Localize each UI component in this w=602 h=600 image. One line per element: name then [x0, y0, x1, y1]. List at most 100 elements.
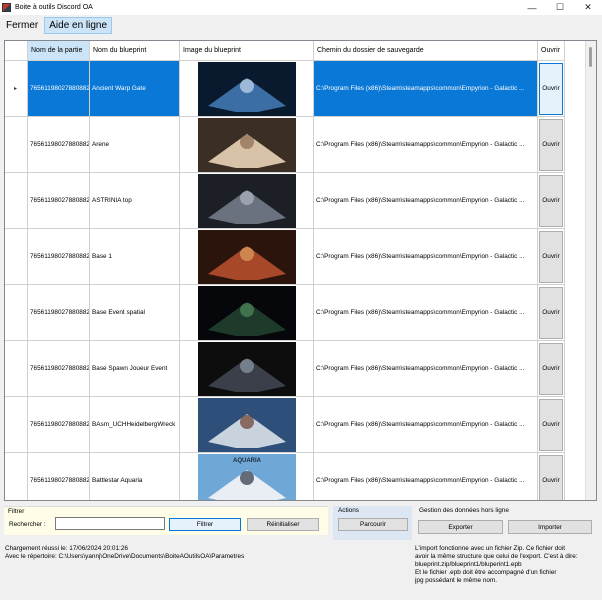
cell-open: Ouvrir [538, 229, 565, 285]
window-title: Boite à outils Discord OA [15, 4, 93, 11]
cell-partie[interactable]: 76561198027880882 [28, 61, 90, 117]
row-selector[interactable] [5, 341, 28, 397]
table-row[interactable]: 76561198027880882 Battlestar Aquaria AQUAR… [5, 453, 565, 500]
base1-thumbnail [197, 229, 296, 284]
actions-group-title: Actions [338, 507, 359, 514]
cell-blueprint-name[interactable]: Arene [90, 117, 180, 173]
cell-partie[interactable]: 76561198027880882 [28, 453, 90, 500]
base-event-spatial-thumbnail [197, 285, 296, 340]
row-selector[interactable] [5, 397, 28, 453]
base-spawn-thumbnail [197, 341, 296, 396]
open-folder-button[interactable]: Ouvrir [539, 398, 563, 451]
row-selector[interactable] [5, 453, 28, 500]
open-folder-button[interactable]: Ouvrir [539, 286, 563, 339]
actions-group: Actions Parcourir [333, 506, 412, 540]
cell-open: Ouvrir [538, 61, 565, 117]
filter-group-title: Filtrer [8, 508, 25, 515]
header-save-path[interactable]: Chemin du dossier de sauvegarde [314, 41, 538, 61]
cell-blueprint-name[interactable]: Battlestar Aquaria [90, 453, 180, 500]
cell-save-path[interactable]: C:\Program Files (x86)\Steam\steamapps\c… [314, 453, 538, 500]
cell-open: Ouvrir [538, 117, 565, 173]
minimize-button[interactable]: — [518, 0, 546, 15]
cell-blueprint-name[interactable]: Base 1 [90, 229, 180, 285]
grid-body: Nom de la partie Nom du blueprint Image … [5, 41, 587, 500]
open-folder-button[interactable]: Ouvrir [539, 62, 563, 115]
vertical-scrollbar[interactable] [585, 41, 596, 500]
table-row[interactable]: 76561198027880882 ASTRINIA top C:\Program … [5, 173, 565, 229]
open-folder-button[interactable]: Ouvrir [539, 454, 563, 500]
reset-button[interactable]: Réinitialiser [247, 518, 319, 531]
header-open[interactable]: Ouvrir [538, 41, 565, 61]
table-row[interactable]: 76561198027880882 Arene C:\Program Files (… [5, 117, 565, 173]
cell-partie[interactable]: 76561198027880882 [28, 229, 90, 285]
cell-save-path[interactable]: C:\Program Files (x86)\Steam\steamapps\c… [314, 61, 538, 117]
cell-blueprint-image[interactable] [180, 61, 314, 117]
cell-partie[interactable]: 76561198027880882 [28, 173, 90, 229]
heidelberg-wreck-thumbnail [197, 397, 296, 452]
status-directory: Avec le répertoire: C:\Users\yannj\OneDr… [5, 553, 245, 560]
row-selector[interactable] [5, 229, 28, 285]
header-blueprint-image[interactable]: Image du blueprint [180, 41, 314, 61]
cell-blueprint-name[interactable]: Base Event spatial [90, 285, 180, 341]
header-partie[interactable]: Nom de la partie [28, 41, 90, 61]
table-row[interactable]: 76561198027880882 Base Event spatial C:\Pr… [5, 285, 565, 341]
row-selector[interactable] [5, 173, 28, 229]
cell-open: Ouvrir [538, 285, 565, 341]
cell-blueprint-image[interactable] [180, 341, 314, 397]
cell-blueprint-name[interactable]: Ancient Warp Gate [90, 61, 180, 117]
search-label: Rechercher : [9, 521, 46, 528]
table-row[interactable]: 76561198027880882 BAsm_UCHHeidelbergWreck… [5, 397, 565, 453]
cell-save-path[interactable]: C:\Program Files (x86)\Steam\steamapps\c… [314, 397, 538, 453]
cell-partie[interactable]: 76561198027880882 [28, 117, 90, 173]
filter-group: Filtrer Rechercher : Filtrer Réinitialis… [4, 506, 328, 535]
cell-blueprint-image[interactable]: AQUARIA [180, 453, 314, 500]
warp-gate-thumbnail [197, 61, 296, 116]
cell-save-path[interactable]: C:\Program Files (x86)\Steam\steamapps\c… [314, 341, 538, 397]
cell-partie[interactable]: 76561198027880882 [28, 285, 90, 341]
cell-blueprint-name[interactable]: Base Spawn Joueur Event [90, 341, 180, 397]
image-caption: AQUARIA [233, 458, 262, 464]
astrinia-thumbnail [197, 173, 296, 228]
menu-bar: Fermer Aide en ligne [0, 15, 602, 35]
cell-blueprint-image[interactable] [180, 397, 314, 453]
search-input[interactable] [55, 517, 165, 530]
scrollbar-thumb[interactable] [589, 47, 592, 67]
export-button[interactable]: Exporter [418, 520, 503, 534]
open-folder-button[interactable]: Ouvrir [539, 342, 563, 395]
app-icon [2, 3, 11, 12]
open-folder-button[interactable]: Ouvrir [539, 230, 563, 283]
menu-close[interactable]: Fermer [2, 18, 42, 33]
cell-blueprint-image[interactable] [180, 173, 314, 229]
table-row[interactable]: 76561198027880882 Base 1 C:\Program Files … [5, 229, 565, 285]
browse-button[interactable]: Parcourir [338, 518, 408, 531]
cell-blueprint-name[interactable]: BAsm_UCHHeidelbergWreck [90, 397, 180, 453]
maximize-button[interactable]: ☐ [546, 0, 574, 15]
cell-open: Ouvrir [538, 397, 565, 453]
table-row[interactable]: ▸ 76561198027880882 Ancient Warp Gate C:\Pr… [5, 61, 565, 117]
row-selector[interactable] [5, 117, 28, 173]
filter-button[interactable]: Filtrer [169, 518, 241, 531]
cell-save-path[interactable]: C:\Program Files (x86)\Steam\steamapps\c… [314, 173, 538, 229]
cell-open: Ouvrir [538, 453, 565, 500]
cell-blueprint-image[interactable] [180, 229, 314, 285]
cell-partie[interactable]: 76561198027880882 [28, 341, 90, 397]
row-selector[interactable]: ▸ [5, 61, 28, 117]
header-blueprint-name[interactable]: Nom du blueprint [90, 41, 180, 61]
current-row-arrow-icon: ▸ [14, 86, 18, 92]
cell-blueprint-image[interactable] [180, 285, 314, 341]
blueprint-grid[interactable]: Nom de la partie Nom du blueprint Image … [4, 40, 597, 501]
open-folder-button[interactable]: Ouvrir [539, 174, 563, 227]
close-window-button[interactable]: ✕ [574, 0, 602, 15]
cell-blueprint-name[interactable]: ASTRINIA top [90, 173, 180, 229]
header-row-selector [5, 41, 28, 61]
table-row[interactable]: 76561198027880882 Base Spawn Joueur Event… [5, 341, 565, 397]
cell-blueprint-image[interactable] [180, 117, 314, 173]
cell-partie[interactable]: 76561198027880882 [28, 397, 90, 453]
open-folder-button[interactable]: Ouvrir [539, 118, 563, 171]
menu-online-help[interactable]: Aide en ligne [44, 16, 113, 34]
row-selector[interactable] [5, 285, 28, 341]
import-button[interactable]: Importer [508, 520, 592, 534]
cell-save-path[interactable]: C:\Program Files (x86)\Steam\steamapps\c… [314, 229, 538, 285]
cell-save-path[interactable]: C:\Program Files (x86)\Steam\steamapps\c… [314, 285, 538, 341]
cell-save-path[interactable]: C:\Program Files (x86)\Steam\steamapps\c… [314, 117, 538, 173]
